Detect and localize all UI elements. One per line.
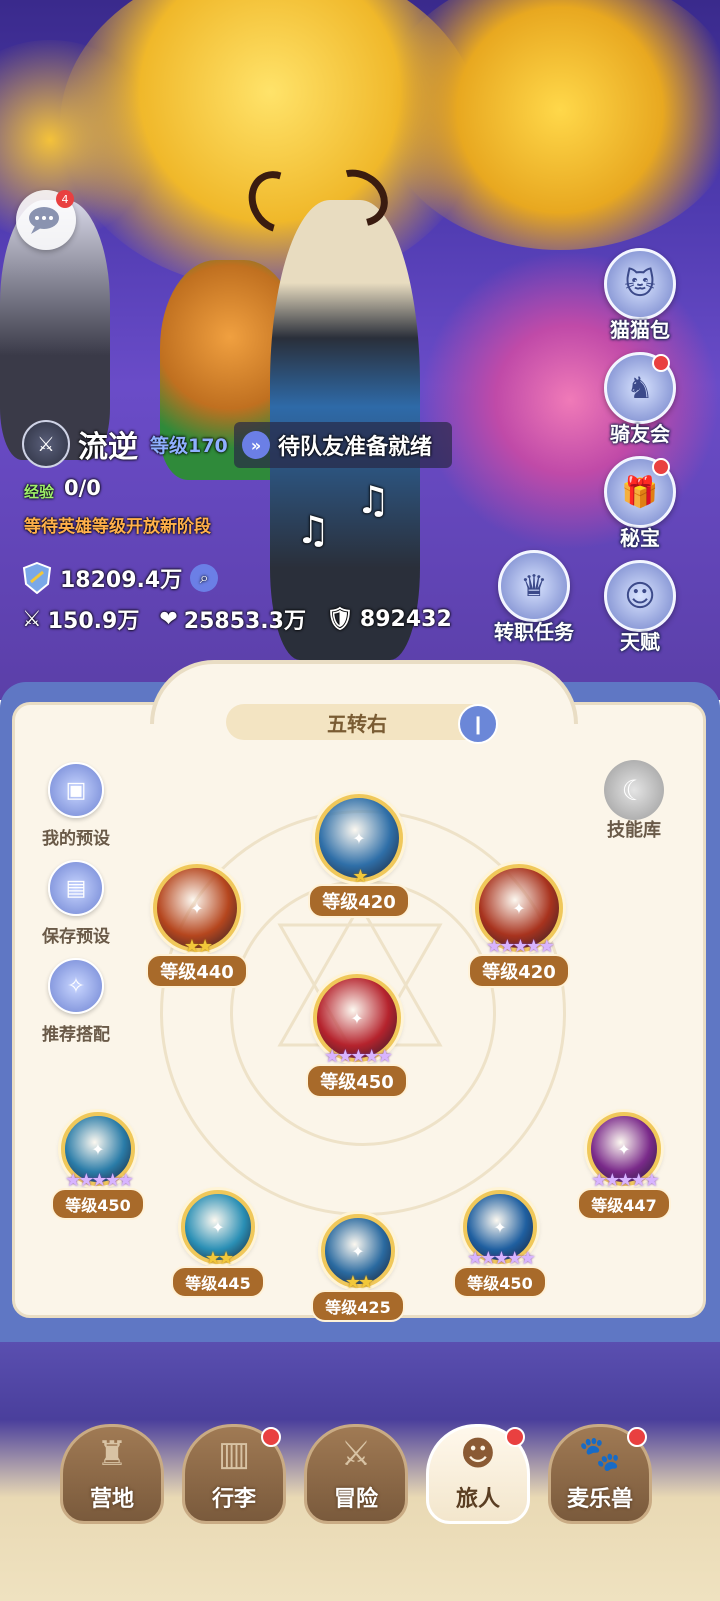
skill-level: 等级450 (51, 1188, 145, 1220)
cat-bag-button[interactable]: 🐱 猫猫包 (602, 248, 678, 343)
stats-row: ⚔ 150.9万 ❤ 25853.3万 🛡 892432 (22, 603, 452, 635)
talent-button[interactable]: ☺ 天赋 (602, 560, 678, 655)
skill-stars: ★★★★★ (467, 1248, 536, 1269)
preset-icon: ▣ (48, 762, 104, 818)
job-task-label: 转职任务 (494, 620, 574, 644)
tab-traveler[interactable]: ☻ 旅人 (426, 1424, 530, 1524)
cat-bag-icon: 🐱 (604, 248, 676, 320)
rider-club-label: 骑友会 (610, 422, 670, 446)
talent-label: 天赋 (620, 630, 660, 654)
tab-label: 旅人 (455, 1487, 500, 1512)
tab-label: 冒险 (333, 1487, 378, 1512)
talent-head-icon: ☺ (604, 560, 676, 632)
notification-dot (261, 1427, 281, 1447)
skill-stars: ★★ (204, 1248, 234, 1269)
skill-stars: ★★★★★ (486, 936, 555, 957)
tab-label: 营地 (89, 1487, 134, 1512)
player-level: 等级170 (150, 434, 228, 457)
save-preset-label: 保存预设 (42, 927, 110, 947)
skill-stars: ★★★★★ (591, 1170, 660, 1191)
skill-slot-ring-5[interactable]: ✦ ★★★★★ 等级447 (570, 1112, 678, 1220)
stage-notice: 等待英雄等级开放新阶段 (24, 517, 211, 537)
exp-value: 0/0 (64, 476, 101, 500)
skill-slot-ring-3[interactable]: ✦ ★★ 等级425 (304, 1214, 412, 1322)
tab-pet[interactable]: 🐾 麦乐兽 (548, 1424, 652, 1524)
book-icon[interactable]: ❙ (458, 704, 498, 744)
shield-power-icon (22, 562, 52, 594)
music-note-icon: ♫ (296, 508, 331, 552)
skill-level: 等级450 (453, 1266, 547, 1298)
tab-luggage[interactable]: ▥ 行李 (182, 1424, 286, 1524)
tab-adventure[interactable]: ⚔ 冒险 (304, 1424, 408, 1524)
heart-icon: ❤ (159, 606, 178, 632)
combat-power-row: 18209.4万 ⌕ (22, 562, 219, 594)
skill-level: 等级440 (146, 954, 248, 988)
treasure-label: 秘宝 (620, 526, 660, 550)
skill-slot-top[interactable]: ✦ ★ 等级420 (300, 794, 418, 918)
attack-icon: ⚔ (22, 606, 42, 632)
save-icon: ▤ (48, 860, 104, 916)
skill-stars: ★★ (183, 936, 213, 957)
recommend-icon: ✧ (48, 958, 104, 1014)
skill-slot-upper-left[interactable]: ✦ ★★ 等级440 (138, 864, 256, 988)
castle-icon: ♜ (96, 1434, 128, 1474)
skill-slot-center[interactable]: ✦ ★★★★★ 等级450 (298, 974, 416, 1098)
treasure-button[interactable]: 🎁 秘宝 (602, 456, 678, 551)
exp-label: 经验 (24, 483, 55, 501)
skill-stars: ★★★★★ (324, 1046, 393, 1067)
skill-stars: ★★★★★ (65, 1170, 134, 1191)
chat-badge: 4 (56, 190, 74, 208)
combat-power-value: 18209.4万 (60, 568, 183, 593)
skill-level: 等级420 (308, 884, 410, 918)
skill-level: 等级450 (306, 1064, 408, 1098)
notification-dot (505, 1427, 525, 1447)
panel-title[interactable]: 五转右 (226, 704, 488, 740)
rider-club-button[interactable]: ♞ 骑友会 (602, 352, 678, 447)
defense-shield-icon: 🛡 (325, 606, 354, 632)
notification-dot (627, 1427, 647, 1447)
ready-text: 待队友准备就绪 (278, 435, 433, 460)
recommend-label: 推荐搭配 (42, 1025, 110, 1045)
recommend-button[interactable]: ✧ 推荐搭配 (34, 958, 118, 1045)
crown-icon: ♛ (498, 550, 570, 622)
my-preset-label: 我的预设 (42, 829, 110, 849)
ready-status: » 待队友准备就绪 (234, 422, 453, 468)
skill-stars: ★ (352, 866, 368, 887)
skill-slot-ring-2[interactable]: ✦ ★★ 等级445 (164, 1190, 272, 1298)
crossed-swords-icon: ⚔ (340, 1434, 372, 1474)
skill-level: 等级420 (468, 954, 570, 988)
my-preset-button[interactable]: ▣ 我的预设 (34, 762, 118, 849)
player-name: 流逆 (78, 430, 138, 465)
chat-bubble-icon (29, 207, 59, 234)
class-emblem-icon: ⚔ (22, 420, 70, 468)
skill-library-label: 技能库 (607, 820, 661, 841)
double-chevron-icon: » (242, 431, 270, 459)
skill-level: 等级445 (171, 1266, 265, 1298)
save-preset-button[interactable]: ▤ 保存预设 (34, 860, 118, 947)
skill-level: 等级425 (311, 1290, 405, 1322)
search-icon[interactable]: ⌕ (190, 564, 219, 592)
notification-dot (652, 458, 670, 476)
skill-slot-ring-1[interactable]: ✦ ★★★★★ 等级450 (44, 1112, 152, 1220)
skill-stars: ★★ (344, 1272, 374, 1293)
skill-slot-upper-right[interactable]: ✦ ★★★★★ 等级420 (460, 864, 578, 988)
skill-library-icon: ☾ (604, 760, 664, 820)
defense-value: 892432 (359, 606, 452, 632)
attack-value: 150.9万 (47, 609, 140, 634)
hp-value: 25853.3万 (183, 609, 306, 634)
skill-library-button[interactable]: ☾ 技能库 (598, 760, 670, 842)
music-note-icon: ♫ (356, 478, 391, 522)
tab-camp[interactable]: ♜ 营地 (60, 1424, 164, 1524)
skill-slot-ring-4[interactable]: ✦ ★★★★★ 等级450 (446, 1190, 554, 1298)
notification-dot (652, 354, 670, 372)
tab-label: 行李 (211, 1487, 256, 1512)
cat-bag-label: 猫猫包 (610, 318, 670, 342)
skill-level: 等级447 (577, 1188, 671, 1220)
tab-label: 麦乐兽 (566, 1487, 633, 1512)
player-nameplate: ⚔ 流逆 等级170 (22, 420, 228, 468)
job-change-task-button[interactable]: ♛ 转职任务 (490, 550, 578, 645)
